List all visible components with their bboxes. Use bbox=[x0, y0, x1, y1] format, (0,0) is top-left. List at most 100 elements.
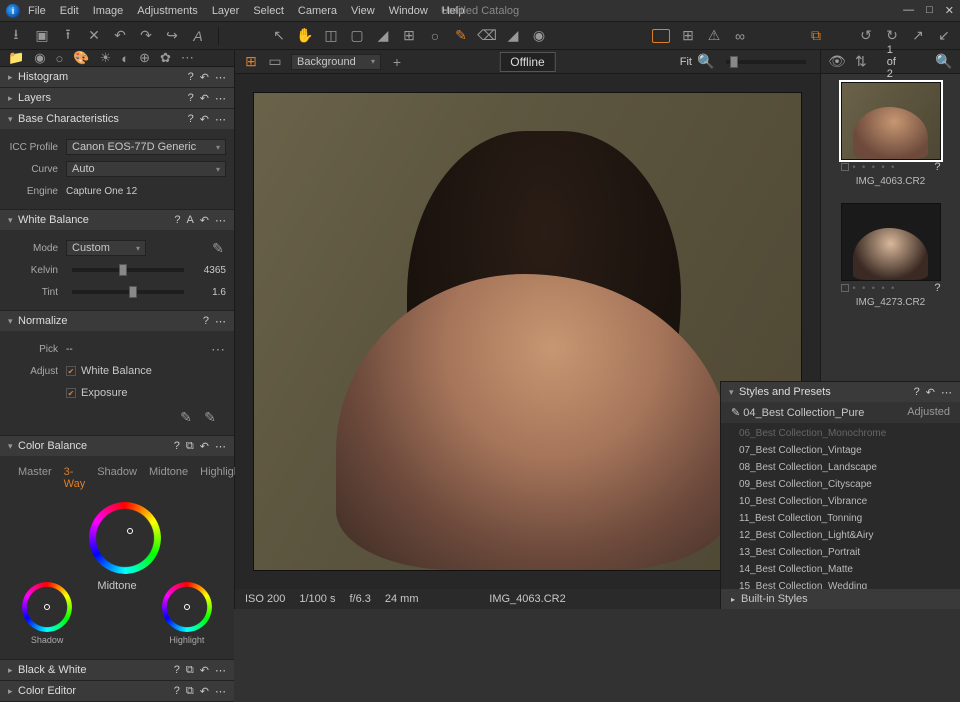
hand-icon[interactable]: ✋ bbox=[297, 28, 313, 44]
redo2-icon[interactable]: ↪ bbox=[164, 28, 180, 44]
reset-icon[interactable]: ↶ bbox=[200, 214, 209, 227]
cb-tab-master[interactable]: Master bbox=[18, 466, 52, 490]
layers-header[interactable]: ▸ Layers ?↶⋯ bbox=[0, 88, 234, 108]
style-item[interactable]: 07_Best Collection_Vintage bbox=[721, 442, 960, 459]
midtone-wheel[interactable] bbox=[89, 502, 145, 574]
wb-header[interactable]: ▾ White Balance ?A↶⋯ bbox=[0, 210, 234, 230]
cursor-icon[interactable]: ↖ bbox=[271, 28, 287, 44]
copy-icon[interactable]: ⧉ bbox=[186, 440, 194, 453]
menu-select[interactable]: Select bbox=[253, 5, 284, 17]
layer-select[interactable]: Background▾ bbox=[291, 54, 381, 70]
style-item[interactable]: 11_Best Collection_Tonning bbox=[721, 510, 960, 527]
base-header[interactable]: ▾ Base Characteristics ?↶⋯ bbox=[0, 109, 234, 129]
maximize-button[interactable]: □ bbox=[926, 4, 933, 17]
menu-file[interactable]: File bbox=[28, 5, 46, 17]
copy-icon[interactable]: ⧉ bbox=[186, 685, 194, 698]
menu-icon[interactable]: ⋯ bbox=[941, 386, 952, 399]
builtin-styles[interactable]: ▸Built-in Styles bbox=[721, 589, 960, 609]
sort-icon[interactable]: ⇅ bbox=[855, 54, 867, 70]
warning-icon[interactable]: ⚠ bbox=[706, 28, 722, 44]
highlight-wheel[interactable]: Highlight bbox=[159, 582, 215, 645]
crop-icon[interactable]: ▢ bbox=[349, 28, 365, 44]
curve-select[interactable]: Auto▾ bbox=[66, 161, 226, 177]
eyedropper-icon[interactable]: ✎ bbox=[210, 240, 226, 256]
wb-mode-select[interactable]: Custom▾ bbox=[66, 240, 146, 256]
cancel-icon[interactable]: ✕ bbox=[86, 28, 102, 44]
help-icon[interactable]: ? bbox=[174, 214, 180, 227]
undo-icon[interactable]: ↶ bbox=[112, 28, 128, 44]
shadow-wheel[interactable]: Shadow bbox=[19, 582, 75, 645]
help-icon[interactable]: ? bbox=[174, 664, 180, 677]
exposure-checkbox[interactable]: ✔ bbox=[66, 388, 76, 398]
eye-icon[interactable]: 👁 bbox=[829, 54, 845, 70]
select-checkbox[interactable] bbox=[841, 163, 849, 171]
copy-icon[interactable]: ⧉ bbox=[186, 664, 194, 677]
icc-select[interactable]: Canon EOS-77D Generic▾ bbox=[66, 139, 226, 155]
cb-tab-midtone[interactable]: Midtone bbox=[149, 466, 188, 490]
cb-tab-shadow[interactable]: Shadow bbox=[97, 466, 137, 490]
bw-header[interactable]: ▸ Black & White ?⧉↶⋯ bbox=[0, 660, 234, 680]
menu-icon[interactable]: ⋯ bbox=[215, 214, 226, 227]
menu-icon[interactable]: ⋯ bbox=[215, 664, 226, 677]
view-grid-icon[interactable]: ⊞ bbox=[243, 54, 259, 70]
reset-icon[interactable]: ↶ bbox=[200, 440, 209, 453]
menu-image[interactable]: Image bbox=[93, 5, 124, 17]
thumbnail[interactable]: • • • • •? IMG_4063.CR2 bbox=[841, 82, 941, 187]
menu-camera[interactable]: Camera bbox=[298, 5, 337, 17]
tab-details-icon[interactable]: ◐ bbox=[121, 51, 129, 66]
styles-list[interactable]: 06_Best Collection_Monochrome 07_Best Co… bbox=[721, 423, 960, 589]
thumbnail[interactable]: • • • • •? IMG_4273.CR2 bbox=[841, 203, 941, 308]
next-icon[interactable]: ↗ bbox=[910, 28, 926, 44]
text-icon[interactable]: A bbox=[190, 28, 206, 44]
help-icon[interactable]: ? bbox=[188, 92, 194, 105]
help-icon[interactable]: ? bbox=[914, 386, 920, 399]
styles-header[interactable]: ▾ Styles and Presets ?↶⋯ bbox=[721, 382, 960, 402]
add-layer-icon[interactable]: + bbox=[389, 54, 405, 70]
tint-slider[interactable] bbox=[72, 290, 184, 294]
style-item[interactable]: 15_Best Collection_Wedding bbox=[721, 578, 960, 589]
import-icon[interactable]: ⭳ bbox=[8, 28, 24, 44]
reset-icon[interactable]: ↶ bbox=[200, 71, 209, 84]
style-item[interactable]: 13_Best Collection_Portrait bbox=[721, 544, 960, 561]
help-icon[interactable]: ? bbox=[174, 685, 180, 698]
help-icon[interactable]: ? bbox=[174, 440, 180, 453]
style-item[interactable]: 10_Best Collection_Vibrance bbox=[721, 493, 960, 510]
gradient-icon[interactable]: ◢ bbox=[505, 28, 521, 44]
tab-adjust-icon[interactable]: ✿ bbox=[160, 50, 171, 66]
radial-icon[interactable]: ◉ bbox=[531, 28, 547, 44]
color-editor-header[interactable]: ▸ Color Editor ?⧉↶⋯ bbox=[0, 681, 234, 701]
menu-icon[interactable]: ⋯ bbox=[215, 685, 226, 698]
tab-lens-icon[interactable]: ○ bbox=[56, 51, 64, 66]
menu-icon[interactable]: ⋯ bbox=[215, 92, 226, 105]
spot-icon[interactable]: ○ bbox=[427, 28, 443, 44]
options-icon[interactable]: ⋯ bbox=[210, 341, 226, 357]
help-icon[interactable]: ? bbox=[188, 71, 194, 84]
keystone-icon[interactable]: ⊞ bbox=[401, 28, 417, 44]
search-icon[interactable]: 🔍 bbox=[936, 54, 952, 70]
select-checkbox[interactable] bbox=[841, 284, 849, 292]
kelvin-slider[interactable] bbox=[72, 268, 184, 272]
tab-local-icon[interactable]: ⊕ bbox=[139, 50, 150, 66]
reset-icon[interactable]: ↶ bbox=[200, 685, 209, 698]
close-button[interactable]: ✕ bbox=[945, 4, 954, 17]
menu-window[interactable]: Window bbox=[389, 5, 428, 17]
focus-mask-icon[interactable]: ∞ bbox=[732, 28, 748, 44]
menu-layer[interactable]: Layer bbox=[212, 5, 240, 17]
help-icon[interactable]: ? bbox=[203, 315, 209, 328]
view-single-icon[interactable]: ▭ bbox=[267, 54, 283, 70]
histogram-header[interactable]: ▸ Histogram ?↶⋯ bbox=[0, 67, 234, 87]
capture-icon[interactable]: ▣ bbox=[34, 28, 50, 44]
color-balance-header[interactable]: ▾ Color Balance ?⧉↶⋯ bbox=[0, 436, 234, 456]
tint-value[interactable]: 1.6 bbox=[190, 287, 226, 298]
info-icon[interactable]: ? bbox=[934, 282, 940, 294]
picker-apply-icon[interactable]: ✎ bbox=[178, 409, 194, 425]
rotate-right-icon[interactable]: ↻ bbox=[884, 28, 900, 44]
straighten-icon[interactable]: ◢ bbox=[375, 28, 391, 44]
normalize-header[interactable]: ▾ Normalize ?⋯ bbox=[0, 311, 234, 331]
tab-capture-icon[interactable]: ◉ bbox=[34, 50, 45, 66]
auto-icon[interactable]: A bbox=[186, 214, 193, 227]
picker-save-icon[interactable]: ✎ bbox=[202, 409, 218, 425]
menu-edit[interactable]: Edit bbox=[60, 5, 79, 17]
info-icon[interactable]: ? bbox=[934, 161, 940, 173]
help-icon[interactable]: ? bbox=[188, 113, 194, 126]
